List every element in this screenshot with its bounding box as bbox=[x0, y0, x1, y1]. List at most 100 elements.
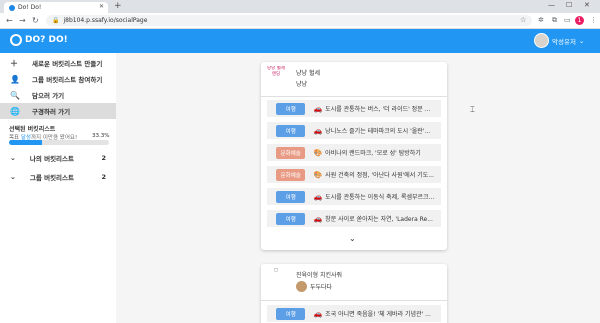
user-menu[interactable]: 악성유저 ⌄ bbox=[534, 33, 584, 48]
maximize-icon[interactable]: ☐ bbox=[566, 1, 572, 9]
selected-bucketlist-title: 선택된 버킷리스트 bbox=[9, 126, 56, 133]
card-header: 냥냥 혈세 엔딩 냥냥 혈세 냥냥 bbox=[261, 62, 447, 96]
reload-icon[interactable]: ↻ bbox=[32, 16, 39, 25]
app-logo[interactable]: DO? DO! bbox=[10, 34, 68, 46]
item-text: 아비나의 랜드마크, '모로 성' 탐방하기 bbox=[325, 150, 421, 157]
sidebar-item-label: 그룹 버킷리스트 참여하기 bbox=[32, 76, 103, 84]
favicon-icon bbox=[9, 4, 15, 11]
group-label: 나의 버킷리스트 bbox=[29, 155, 74, 163]
search-icon: 🔍 bbox=[10, 90, 20, 100]
item-text: 도시를 관통하는 버스, '더 라이드' 정문 ... bbox=[325, 106, 431, 113]
progress-percent: 33.3% bbox=[92, 133, 110, 139]
group-bucketlist-group[interactable]: ⌄ 그룹 버킷리스트 2 bbox=[0, 170, 116, 184]
sidebar-item-collect[interactable]: 🔍 담으러 가기 bbox=[0, 87, 116, 103]
group-name: 진육이형 치킨사줘 bbox=[296, 272, 343, 279]
palette-icon: 🎨 bbox=[313, 170, 323, 179]
browser-toolbar: ← → ↻ 🔒 j8b104.p.ssafy.io/socialPage ☆ ✲… bbox=[0, 13, 600, 29]
category-badge: 문화예술 bbox=[276, 146, 306, 159]
item-text: 낭니노스 즐기는 테마파크의 도시 '올란'... bbox=[325, 128, 431, 135]
profile-avatar[interactable]: 1 bbox=[575, 16, 584, 25]
member-list: 두두다다 bbox=[296, 281, 332, 292]
sidebar-item-join-group[interactable]: 👤 그룹 버킷리스트 참여하기 bbox=[0, 71, 116, 87]
list-item[interactable]: 여행 🚗 도시를 관통하는 버스, '더 라이드' 정문 ... bbox=[267, 100, 441, 117]
item-text: 사원 건축의 정점, '아난다 사원'에서 기도... bbox=[325, 172, 434, 179]
sidebar-item-label: 담으러 가기 bbox=[32, 92, 65, 100]
list-item[interactable]: 여행 🚗 낭니노스 즐기는 테마파크의 도시 '올란'... bbox=[267, 122, 441, 139]
chevron-down-icon: ⌄ bbox=[578, 36, 585, 45]
my-bucketlist-group[interactable]: ⌄ 나의 버킷리스트 2 bbox=[0, 151, 116, 165]
sidebar-item-explore[interactable]: 🌐 구경하러 가기 bbox=[0, 103, 116, 119]
progress-fill bbox=[9, 140, 43, 145]
group-count: 2 bbox=[101, 154, 106, 162]
expand-more-icon[interactable]: ⌄ bbox=[349, 234, 356, 243]
card-header: ▢ 진육이형 치킨사줘 두두다다 bbox=[261, 264, 447, 298]
category-badge: 여행 bbox=[276, 102, 306, 115]
list-item[interactable]: 여행 🚗 도시를 관통하는 이동식 축제, 록셈부르크... bbox=[267, 188, 441, 205]
item-text: 도시를 관통하는 이동식 축제, 록셈부르크... bbox=[325, 194, 435, 201]
menu-kebab-icon[interactable]: ⋮ bbox=[590, 16, 597, 24]
sidebar: ＋ 새로운 버킷리스트 만들기 👤 그룹 버킷리스트 참여하기 🔍 담으러 가기… bbox=[0, 53, 116, 323]
sidebar-item-new-bucketlist[interactable]: ＋ 새로운 버킷리스트 만들기 bbox=[0, 55, 116, 71]
logo-icon bbox=[10, 34, 22, 46]
group-name: 냥냥 혈세 bbox=[296, 70, 320, 77]
main-content: 냥냥 혈세 엔딩 냥냥 혈세 냥냥 여행 🚗 도시를 관통하는 버스, '더 라… bbox=[116, 53, 600, 323]
browser-tab-bar: Do! Do! ✕ + — ☐ ✕ bbox=[0, 0, 600, 13]
member-list: 냥냥 bbox=[296, 79, 307, 88]
app-header: DO? DO! 악성유저 ⌄ bbox=[0, 29, 600, 53]
extension-icon[interactable]: ✲ bbox=[538, 16, 544, 24]
user-avatar bbox=[534, 33, 549, 48]
chevron-down-icon: ⌄ bbox=[10, 173, 16, 181]
group-card: 냥냥 혈세 엔딩 냥냥 혈세 냥냥 여행 🚗 도시를 관통하는 버스, '더 라… bbox=[261, 62, 447, 250]
car-icon: 🚗 bbox=[313, 214, 323, 223]
tab-title: Do! Do! bbox=[18, 4, 42, 11]
category-badge: 여행 bbox=[276, 212, 306, 225]
minimize-icon[interactable]: — bbox=[548, 1, 555, 9]
member-avatar bbox=[296, 281, 307, 292]
group-count: 2 bbox=[101, 173, 106, 181]
list-item[interactable]: 여행 🚗 창문 사이로 쏟아지는 자연, 'Ladera Re... bbox=[267, 210, 441, 227]
chevron-down-icon: ⌄ bbox=[10, 154, 16, 162]
sidebar-item-label: 새로운 버킷리스트 만들기 bbox=[32, 60, 103, 68]
user-name: 악성유저 bbox=[552, 37, 576, 46]
sidebar-item-label: 구경하러 가기 bbox=[32, 108, 71, 116]
item-text: 조국 아니면 죽음을! '체 게바라 기념관' ... bbox=[325, 311, 431, 318]
bookmark-star-icon[interactable]: ☆ bbox=[520, 16, 526, 24]
plus-icon: ＋ bbox=[10, 58, 18, 68]
member-name: 두두다다 bbox=[310, 284, 333, 291]
car-icon: 🚗 bbox=[313, 192, 323, 201]
forward-icon[interactable]: → bbox=[19, 16, 26, 25]
user-add-icon: 👤 bbox=[10, 74, 20, 84]
group-image: ▢ bbox=[273, 268, 279, 273]
member-name: 냥냥 bbox=[296, 81, 308, 88]
car-icon: 🚗 bbox=[313, 104, 323, 113]
category-badge: 문화예술 bbox=[276, 168, 306, 181]
url-text: j8b104.p.ssafy.io/socialPage bbox=[63, 17, 148, 24]
car-icon: 🚗 bbox=[313, 309, 323, 318]
close-window-icon[interactable]: ✕ bbox=[584, 1, 590, 9]
palette-icon: 🎨 bbox=[313, 148, 323, 157]
divider bbox=[261, 96, 447, 97]
logo-text: DO? DO! bbox=[25, 35, 68, 45]
browser-tab[interactable]: Do! Do! ✕ bbox=[4, 2, 108, 13]
group-label: 그룹 버킷리스트 bbox=[29, 174, 74, 182]
group-image: 냥냥 혈세 엔딩 bbox=[267, 66, 285, 77]
globe-icon: 🌐 bbox=[10, 106, 20, 116]
group-card: ▢ 진육이형 치킨사줘 두두다다 여행 🚗 조국 아니면 죽음을! '체 게바라… bbox=[261, 264, 447, 323]
new-tab-icon[interactable]: + bbox=[114, 1, 122, 11]
back-icon[interactable]: ← bbox=[6, 16, 13, 25]
address-bar[interactable]: 🔒 j8b104.p.ssafy.io/socialPage bbox=[46, 15, 532, 26]
lock-icon: 🔒 bbox=[52, 17, 60, 24]
category-badge: 여행 bbox=[276, 124, 306, 137]
extensions-puzzle-icon[interactable]: ⧉ bbox=[552, 16, 557, 25]
mouse-cursor-icon: ⌶ bbox=[470, 105, 475, 114]
car-icon: 🚗 bbox=[313, 126, 323, 135]
category-badge: 여행 bbox=[276, 307, 306, 320]
progress-bar bbox=[9, 140, 109, 145]
category-badge: 여행 bbox=[276, 190, 306, 203]
list-item[interactable]: 문화예술 🎨 아비나의 랜드마크, '모로 성' 탐방하기 bbox=[267, 144, 441, 161]
divider bbox=[261, 300, 447, 301]
list-item[interactable]: 여행 🚗 조국 아니면 죽음을! '체 게바라 기념관' ... bbox=[267, 305, 441, 322]
list-item[interactable]: 문화예술 🎨 사원 건축의 정점, '아난다 사원'에서 기도... bbox=[267, 166, 441, 183]
close-tab-icon[interactable]: ✕ bbox=[99, 3, 104, 10]
sidepanel-icon[interactable]: ▭ bbox=[564, 16, 571, 24]
